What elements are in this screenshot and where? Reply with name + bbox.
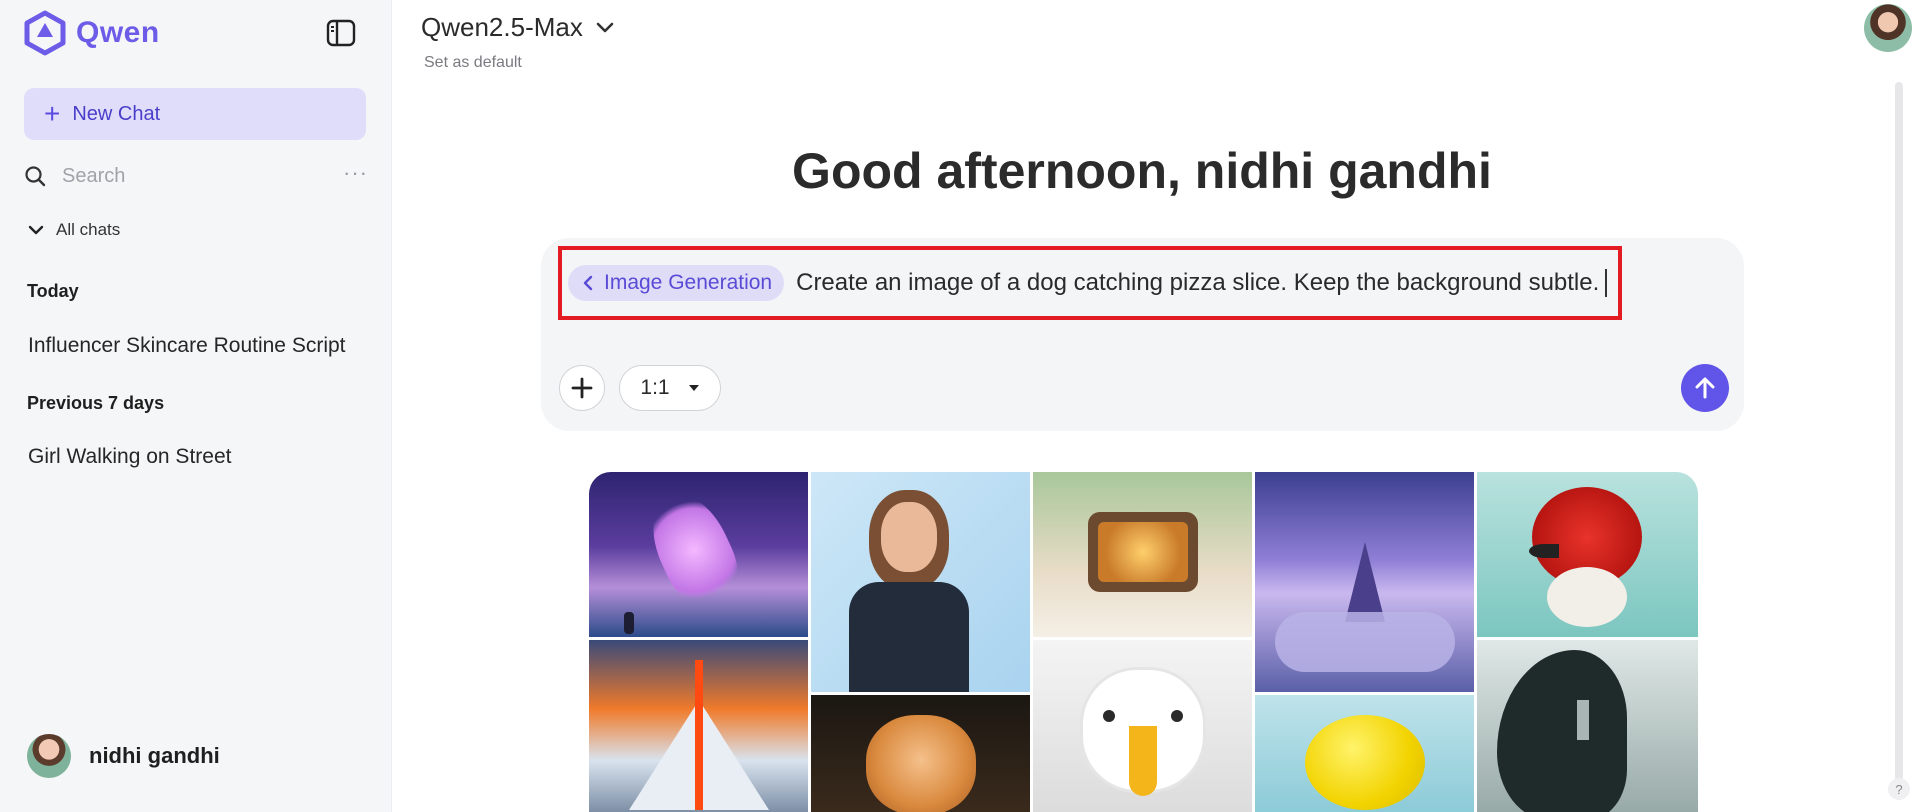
chat-item[interactable]: Influencer Skincare Routine Script <box>28 334 346 358</box>
chevron-down-icon <box>596 22 614 32</box>
gallery-image-red-spiky-bird[interactable] <box>1477 472 1698 637</box>
qwen-logo[interactable]: Qwen <box>22 10 160 56</box>
aspect-ratio-value: 1:1 <box>640 376 670 399</box>
set-as-default-link[interactable]: Set as default <box>424 54 522 72</box>
search-icon <box>25 166 46 187</box>
text-caret <box>1605 269 1608 297</box>
help-button[interactable]: ? <box>1888 778 1910 800</box>
new-chat-label: New Chat <box>72 102 161 125</box>
avatar[interactable] <box>1864 4 1912 52</box>
gallery-image-whale-in-sky[interactable] <box>589 472 808 637</box>
plus-icon <box>571 377 593 399</box>
gallery-image-woman-presenting[interactable] <box>811 472 1030 692</box>
avatar <box>27 734 71 778</box>
more-options-icon[interactable]: ··· <box>343 160 368 186</box>
gallery-image-tiny-room-in-microwave[interactable] <box>1033 472 1252 637</box>
app-name: Qwen <box>76 16 160 49</box>
gallery-image-volcano-eruption[interactable] <box>589 640 808 812</box>
qwen-logo-icon <box>24 10 66 56</box>
prompt-card: Image Generation Create an image of a do… <box>541 238 1744 431</box>
section-previous-7-days: Previous 7 days <box>27 393 165 413</box>
section-today: Today <box>27 281 79 301</box>
gallery-image-lemon-splash[interactable] <box>1255 695 1474 812</box>
chat-item[interactable]: Girl Walking on Street <box>28 445 231 469</box>
chevron-down-icon <box>28 225 44 235</box>
user-profile[interactable]: nidhi gandhi <box>27 734 220 778</box>
collapse-sidebar-button[interactable] <box>322 14 360 52</box>
new-chat-button[interactable]: + New Chat <box>24 88 366 140</box>
caret-down-icon <box>688 385 699 391</box>
gallery-image-castle-in-clouds[interactable] <box>1255 472 1474 692</box>
search-bar: ··· <box>24 160 368 192</box>
mode-chip-label: Image Generation <box>604 271 773 294</box>
sidebar: Qwen + New Chat ··· All chats Today Infl… <box>0 0 392 812</box>
search-input[interactable] <box>60 163 324 189</box>
prompt-input-highlight[interactable]: Image Generation Create an image of a do… <box>558 246 1622 320</box>
user-name: nidhi gandhi <box>89 743 220 768</box>
all-chats-toggle[interactable]: All chats <box>28 220 120 240</box>
prompt-input[interactable]: Create an image of a dog catching pizza … <box>796 269 1599 297</box>
image-generation-chip[interactable]: Image Generation <box>568 265 785 301</box>
scrollbar[interactable] <box>1895 82 1903 782</box>
example-gallery <box>589 472 1698 812</box>
gallery-image-silhouette-forest[interactable] <box>1477 640 1698 812</box>
aspect-ratio-select[interactable]: 1:1 <box>619 365 721 411</box>
send-button[interactable] <box>1681 364 1729 412</box>
model-name: Qwen2.5-Max <box>421 12 583 42</box>
all-chats-label: All chats <box>56 220 121 239</box>
arrow-up-icon <box>1695 377 1715 399</box>
greeting-heading: Good afternoon, nidhi gandhi <box>792 143 1492 199</box>
sidebar-toggle-icon <box>326 19 356 47</box>
plus-icon: + <box>44 98 61 129</box>
gallery-image-eagle-portrait[interactable] <box>1033 640 1252 812</box>
model-selector[interactable]: Qwen2.5-Max <box>421 12 615 43</box>
chevron-left-icon <box>583 275 593 291</box>
add-attachment-button[interactable] <box>559 365 605 411</box>
gallery-image-cat-portrait[interactable] <box>811 695 1030 812</box>
